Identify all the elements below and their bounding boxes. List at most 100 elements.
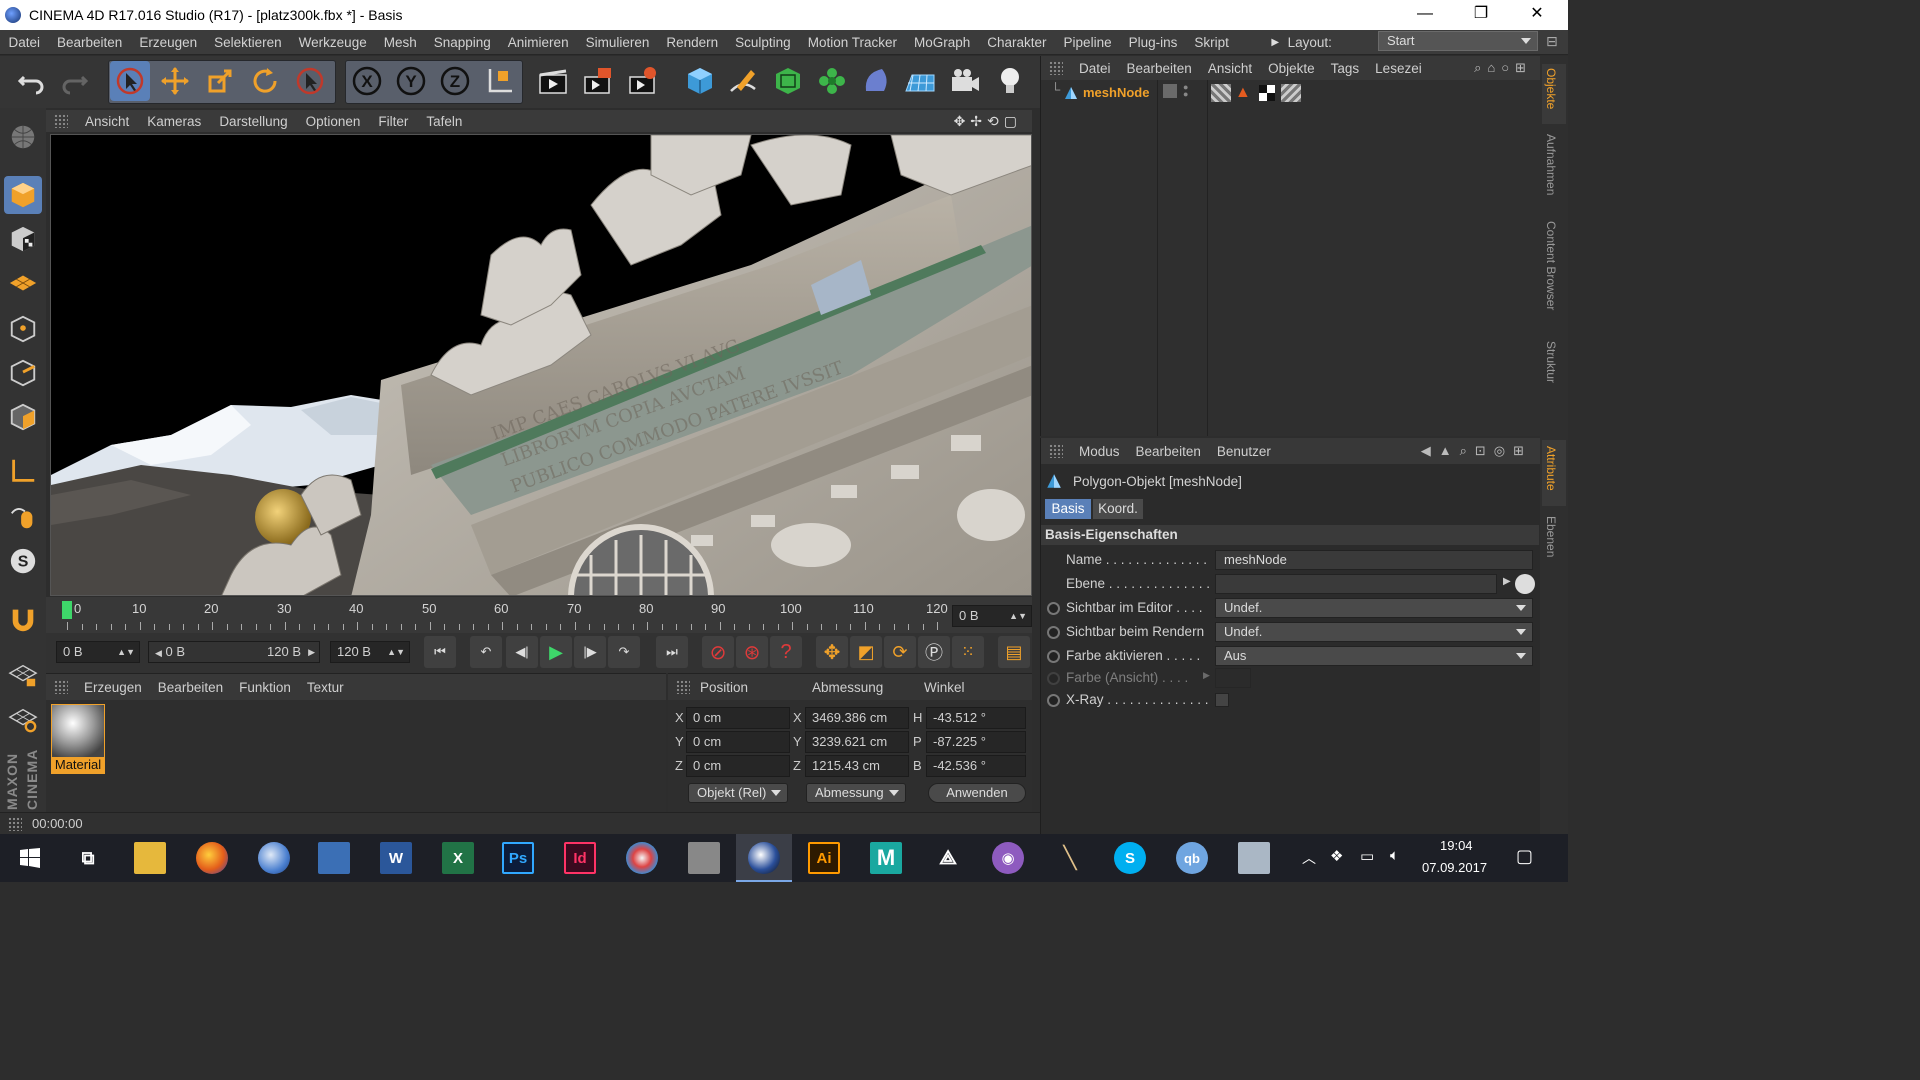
step-forward-icon[interactable]: |▶ — [574, 636, 606, 668]
keyframe-selection-icon[interactable]: ? — [770, 636, 802, 668]
coordinate-system-icon[interactable] — [480, 61, 520, 101]
qbittorrent-icon[interactable]: qb — [1176, 842, 1208, 874]
side-tab-ebenen[interactable]: Ebenen — [1544, 516, 1558, 557]
grip-icon[interactable] — [676, 680, 690, 694]
menu-sculpting[interactable]: Sculpting — [727, 35, 800, 50]
animate-radio-icon[interactable] — [1047, 650, 1060, 663]
layer-pick-icon[interactable] — [1515, 574, 1535, 594]
om-menu-ansicht[interactable]: Ansicht — [1200, 61, 1260, 76]
key-position-icon[interactable]: ✥ — [816, 636, 848, 668]
menu-motion-tracker[interactable]: Motion Tracker — [799, 35, 905, 50]
excel-icon[interactable]: X — [442, 842, 474, 874]
layout-select[interactable]: Start — [1378, 31, 1538, 51]
visibility-dots-icon[interactable]: ● ● — [1183, 83, 1188, 99]
menu-animieren[interactable]: Animieren — [499, 35, 577, 50]
spinner-icon[interactable]: ▲▼ — [1009, 606, 1027, 626]
play-icon[interactable]: ▶ — [540, 636, 572, 668]
vp-menu-optionen[interactable]: Optionen — [297, 114, 370, 129]
spinner-icon[interactable]: ▲▼ — [387, 642, 405, 662]
workplane-rotate-icon[interactable] — [4, 700, 42, 738]
unity-icon[interactable]: ⟁ — [932, 842, 964, 874]
side-tab-attribute[interactable]: Attribute — [1544, 446, 1558, 491]
camera-icon[interactable] — [945, 61, 985, 101]
menu-selektieren[interactable]: Selektieren — [206, 35, 291, 50]
side-tab-struktur[interactable]: Struktur — [1544, 341, 1558, 383]
cloner-icon[interactable] — [812, 61, 852, 101]
cube-icon[interactable] — [680, 61, 720, 101]
texture-tag-icon[interactable] — [1259, 85, 1275, 101]
coord-size-select[interactable]: Abmessung — [806, 783, 906, 803]
notification-icon[interactable]: ▢ — [1516, 846, 1533, 867]
am-menu-modus[interactable]: Modus — [1071, 444, 1128, 459]
am-menu-bearbeiten[interactable]: Bearbeiten — [1128, 444, 1209, 459]
timeline-window-icon[interactable]: ▤ — [998, 636, 1030, 668]
mat-menu-textur[interactable]: Textur — [299, 680, 352, 695]
3d-viewport[interactable]: IMP CAES CAROLVS VI AVG LIBRORVM COPIA A… — [50, 134, 1032, 596]
mode-texture-icon[interactable] — [4, 220, 42, 258]
snapping-icon[interactable] — [4, 600, 42, 638]
subdivision-icon[interactable] — [768, 61, 808, 101]
start-icon[interactable] — [14, 842, 46, 874]
om-menu-datei[interactable]: Datei — [1071, 61, 1119, 76]
side-tab-content-browser[interactable]: Content Browser — [1544, 221, 1558, 310]
om-menu-bearbeiten[interactable]: Bearbeiten — [1119, 61, 1200, 76]
uv-tag-icon[interactable] — [1211, 84, 1231, 102]
material-swatch[interactable]: Material — [51, 704, 105, 774]
range-right-arrow-icon[interactable]: ▶ — [308, 642, 315, 662]
animate-radio-icon[interactable] — [1047, 602, 1060, 615]
key-pla-icon[interactable]: ⁙ — [952, 636, 984, 668]
grip-icon[interactable] — [1049, 61, 1063, 75]
timeline-ruler[interactable]: 0 10 20 30 40 50 60 70 80 90 100 110 120… — [46, 597, 1032, 633]
scale-icon[interactable] — [200, 61, 240, 101]
x-axis-icon[interactable]: X — [347, 61, 387, 101]
deformer-icon[interactable] — [856, 61, 896, 101]
volume-icon[interactable]: 🔈︎ — [1390, 847, 1399, 864]
mode-object-icon[interactable] — [4, 176, 42, 214]
solo-icon[interactable]: S — [4, 542, 42, 580]
menu-plugins[interactable]: Plug-ins — [1120, 35, 1186, 50]
vp-menu-tafeln[interactable]: Tafeln — [417, 114, 471, 129]
menu-werkzeuge[interactable]: Werkzeuge — [290, 35, 375, 50]
rotation-h-field[interactable]: -43.512 ° — [926, 707, 1026, 729]
workplane-lock-icon[interactable] — [4, 656, 42, 694]
menu-simulieren[interactable]: Simulieren — [577, 35, 658, 50]
minimize-button[interactable]: — — [1402, 0, 1448, 30]
start-frame-field[interactable]: 0 B ▲▼ — [56, 641, 140, 663]
show-hidden-icons-icon[interactable]: ︿ — [1302, 848, 1316, 868]
grip-icon[interactable] — [1049, 444, 1063, 458]
size-x-field[interactable]: 3469.386 cm — [805, 707, 909, 729]
viewport-nav-icons[interactable]: ✥✢⟲▢ — [954, 113, 1022, 130]
render-view-icon[interactable] — [533, 61, 573, 101]
am-tool-icons[interactable]: ◀▲⌕⊡◎⊞ — [1421, 443, 1532, 459]
pen-tool-icon[interactable]: ╲ — [1054, 842, 1086, 874]
cinema4d-icon[interactable] — [748, 842, 780, 874]
om-menu-tags[interactable]: Tags — [1323, 61, 1368, 76]
vp-menu-ansicht[interactable]: Ansicht — [76, 114, 138, 129]
key-rotation-icon[interactable]: ⟳ — [884, 636, 916, 668]
previous-key-icon[interactable]: ↶ — [470, 636, 502, 668]
end-frame-field[interactable]: 120 B ▲▼ — [330, 641, 410, 663]
next-key-icon[interactable]: ↷ — [608, 636, 640, 668]
vp-menu-kameras[interactable]: Kameras — [138, 114, 210, 129]
menu-pipeline[interactable]: Pipeline — [1055, 35, 1120, 50]
clock-date[interactable]: 07.09.2017 — [1422, 860, 1487, 875]
am-menu-benutzer[interactable]: Benutzer — [1209, 444, 1279, 459]
visible-render-select[interactable]: Undef. — [1215, 622, 1533, 642]
tweak-mode-icon[interactable] — [4, 498, 42, 536]
render-picture-viewer-icon[interactable] — [578, 61, 618, 101]
size-z-field[interactable]: 1215.43 cm — [805, 755, 909, 777]
range-left-arrow-icon[interactable]: ◀ — [155, 648, 162, 658]
select-icon[interactable] — [290, 61, 330, 101]
apply-button[interactable]: Anwenden — [928, 783, 1026, 803]
layer-arrow-icon[interactable]: ▶ — [1503, 576, 1511, 587]
animate-radio-icon[interactable] — [1047, 626, 1060, 639]
layout-lock-icon[interactable]: ⊟ — [1546, 33, 1558, 50]
render-settings-icon[interactable] — [623, 61, 663, 101]
animate-radio-icon[interactable] — [1047, 694, 1060, 707]
tab-koord[interactable]: Koord. — [1093, 499, 1143, 519]
object-name[interactable]: meshNode — [1083, 85, 1149, 100]
record-icon[interactable]: ⊘ — [702, 636, 734, 668]
menu-skript[interactable]: Skript — [1186, 35, 1238, 50]
step-back-icon[interactable]: ◀| — [506, 636, 538, 668]
name-field[interactable]: meshNode — [1215, 550, 1533, 570]
